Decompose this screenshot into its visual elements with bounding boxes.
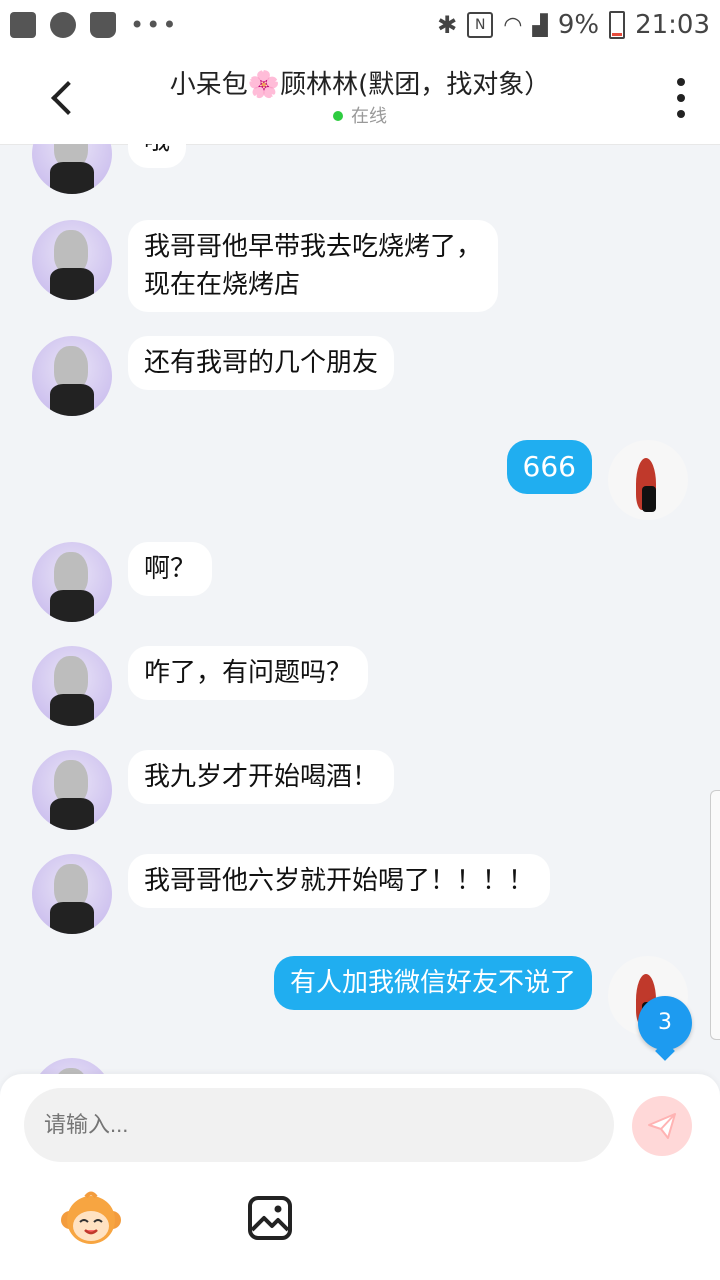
status-right: ✱ N ◠ ▟ 9% 21:03 [437,10,710,40]
message-outgoing: 有人加我微信好友不说了 [0,956,720,1036]
message-line: 我哥哥他早带我去吃烧烤了， [144,232,483,262]
status-left-icons: ••• [10,11,178,39]
contact-avatar[interactable] [32,542,112,622]
message-incoming: 咋了，有问题吗？ [0,646,720,726]
nfc-icon: N [467,12,494,38]
more-dots-icon: ••• [130,11,179,39]
more-dot-icon [677,110,685,118]
clock-time: 21:03 [635,10,710,40]
message-line: 现在在烧烤店 [144,270,301,300]
message-bubble[interactable]: 我九岁才开始喝酒！ [128,750,395,804]
contact-avatar[interactable] [32,144,112,194]
online-dot-icon [333,111,343,121]
input-bar [0,1074,720,1280]
contact-avatar[interactable] [32,854,112,934]
message-bubble[interactable]: 啊？ [128,542,213,596]
message-bubble[interactable]: 我哥哥他六岁就开始喝了！！！！ [128,854,551,908]
more-options-button[interactable] [676,78,686,118]
online-status-label: 在线 [351,106,387,127]
message-bubble[interactable]: 666 [506,440,592,494]
monkey-face-icon [61,1191,121,1244]
send-icon [648,1113,676,1139]
status-bar: ••• ✱ N ◠ ▟ 9% 21:03 [0,0,720,50]
image-icon [10,12,36,38]
message-incoming: 我哥哥他早带我去吃烧烤了， 现在在烧烤店 [0,220,720,314]
message-input[interactable] [24,1088,614,1162]
message-bubble[interactable]: 还有我哥的几个朋友 [128,336,395,390]
side-drawer-handle[interactable] [710,790,720,1040]
wifi-icon: ◠ [503,12,523,38]
emoji-button[interactable] [60,1188,122,1250]
contact-avatar[interactable] [32,220,112,300]
flower-icon: 🌸 [247,70,281,100]
message-bubble[interactable]: 我哥哥他早带我去吃烧烤了， 现在在烧烤店 [128,220,499,312]
battery-percent: 9% [557,10,600,40]
bag-icon [90,12,116,38]
chat-title: 小呆包🌸顾林林(默团，找对象） [100,64,620,101]
message-incoming-partial [0,1058,720,1074]
chat-title-part1: 小呆包 [169,70,248,100]
unread-count-badge[interactable]: 3 [638,996,692,1050]
message-outgoing: 666 [0,440,720,520]
online-status: 在线 [0,102,720,128]
message-incoming: 哦 [0,144,720,204]
contact-avatar[interactable] [32,336,112,416]
send-button[interactable] [632,1096,692,1156]
more-dot-icon [677,94,685,102]
message-bubble[interactable]: 哦 [128,144,187,168]
bluetooth-icon: ✱ [437,11,458,39]
image-icon [248,1196,292,1240]
chat-title-part2: 顾林林(默团，找对象） [280,70,551,100]
message-bubble[interactable]: 有人加我微信好友不说了 [273,956,592,1010]
signal-icon: ▟ [532,13,548,37]
message-incoming: 还有我哥的几个朋友 [0,336,720,416]
message-incoming: 啊？ [0,542,720,622]
chat-header: 小呆包🌸顾林林(默团，找对象） 在线 [0,50,720,145]
check-clock-icon [50,12,76,38]
chat-messages[interactable]: 哦 我哥哥他早带我去吃烧烤了， 现在在烧烤店 还有我哥的几个朋友 666 啊？ … [0,144,720,1074]
contact-avatar[interactable] [32,646,112,726]
image-picker-button[interactable] [246,1194,294,1242]
battery-icon [609,11,626,39]
message-bubble[interactable]: 咋了，有问题吗？ [128,646,369,700]
contact-avatar[interactable] [32,750,112,830]
contact-avatar[interactable] [32,1058,112,1074]
more-dot-icon [677,78,685,86]
my-avatar[interactable] [608,440,688,520]
message-incoming: 我九岁才开始喝酒！ [0,750,720,830]
message-incoming: 我哥哥他六岁就开始喝了！！！！ [0,854,720,934]
